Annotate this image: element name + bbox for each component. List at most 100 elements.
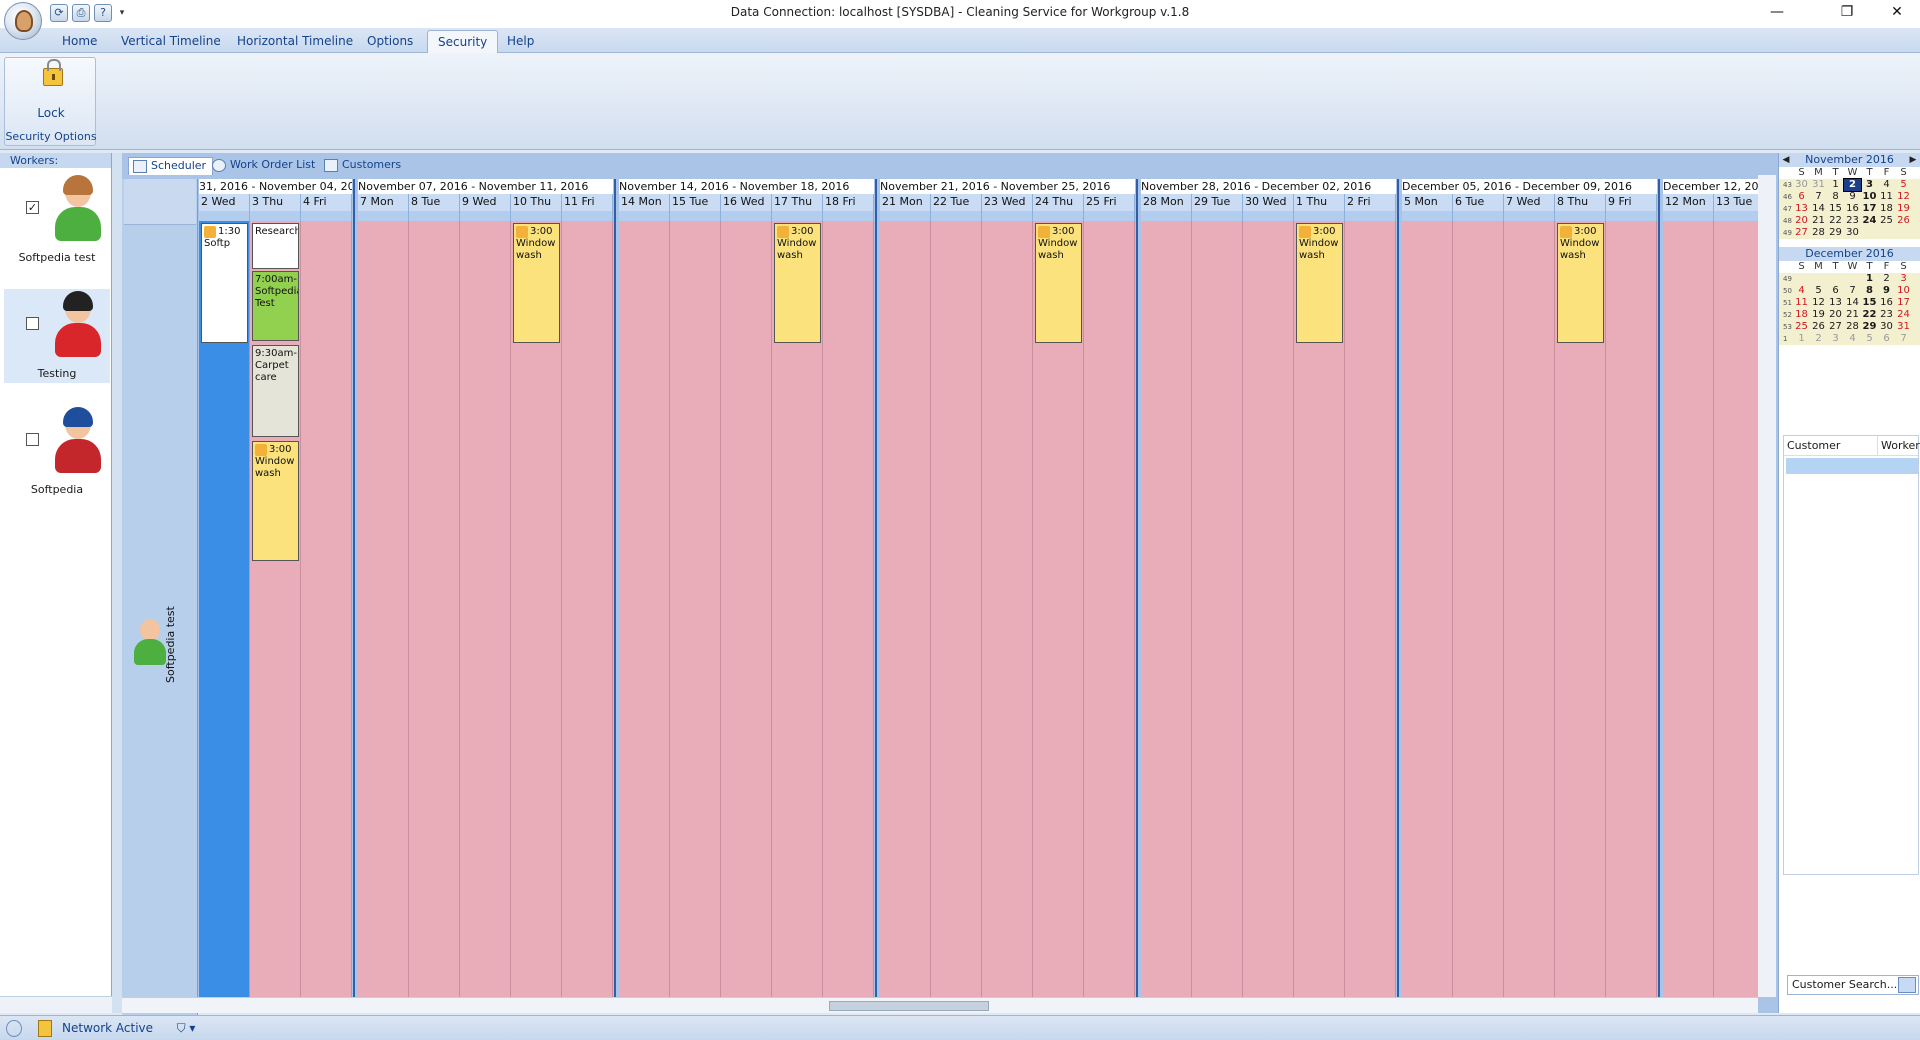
calendar-day[interactable]: 3 — [1861, 179, 1878, 191]
scroll-thumb[interactable] — [829, 1001, 989, 1011]
week-number[interactable]: 53 — [1783, 321, 1793, 333]
day-column[interactable] — [931, 221, 982, 999]
day-column[interactable] — [1714, 221, 1759, 999]
calendar-day[interactable]: 4 — [1878, 179, 1895, 191]
calendar-day[interactable]: 19 — [1810, 309, 1827, 321]
day-header[interactable]: 3 Thu — [250, 194, 301, 211]
network-dropdown-icon[interactable]: ⛉ ▾ — [172, 1020, 200, 1037]
restore-button[interactable]: ❐ — [1824, 0, 1870, 26]
calendar-day[interactable]: 25 — [1878, 215, 1895, 227]
calendar-day[interactable]: 18 — [1793, 309, 1810, 321]
day-allday-slot[interactable] — [823, 211, 874, 221]
calendar-day[interactable]: 6 — [1793, 191, 1810, 203]
day-allday-slot[interactable] — [1345, 211, 1396, 221]
day-allday-slot[interactable] — [772, 211, 823, 221]
tab-horizontal-timeline[interactable]: Horizontal Timeline — [227, 30, 363, 53]
day-header[interactable]: 25 Fri — [1084, 194, 1135, 211]
calendar-day[interactable]: 9 — [1844, 191, 1861, 203]
day-allday-slot[interactable] — [1555, 211, 1606, 221]
day-column[interactable] — [1402, 221, 1453, 999]
worker-checkbox[interactable] — [26, 317, 39, 330]
day-allday-slot[interactable] — [1243, 211, 1294, 221]
calendar-day[interactable]: 6 — [1878, 333, 1895, 345]
day-header[interactable]: 5 Mon — [1402, 194, 1453, 211]
day-allday-slot[interactable] — [409, 211, 460, 221]
day-allday-slot[interactable] — [1453, 211, 1504, 221]
day-allday-slot[interactable] — [511, 211, 562, 221]
calendar-day[interactable]: 7 — [1895, 333, 1912, 345]
calendar-day[interactable]: 30 — [1793, 179, 1810, 191]
calendar-day[interactable]: 23 — [1844, 215, 1861, 227]
day-header[interactable]: 21 Mon — [880, 194, 931, 211]
calendar-day[interactable]: 17 — [1861, 203, 1878, 215]
tab-scheduler[interactable]: Scheduler — [128, 157, 214, 175]
lock-status-icon[interactable] — [38, 1020, 52, 1037]
day-header[interactable]: 22 Tue — [931, 194, 982, 211]
calendar-day[interactable]: 13 — [1827, 297, 1844, 309]
day-header[interactable]: 18 Fri — [823, 194, 874, 211]
day-header[interactable]: 13 Tue — [1714, 194, 1759, 211]
day-header[interactable]: 30 Wed — [1243, 194, 1294, 211]
appointment[interactable]: 9:30am-Carpet care — [252, 345, 299, 437]
day-column[interactable] — [1084, 221, 1135, 999]
calendar-day[interactable]: 11 — [1793, 297, 1810, 309]
panel-splitter[interactable] — [112, 153, 122, 1013]
worker-card[interactable]: Softpedia — [4, 405, 110, 499]
calendar-day[interactable]: 16 — [1878, 297, 1895, 309]
day-allday-slot[interactable] — [1663, 211, 1714, 221]
day-allday-slot[interactable] — [1606, 211, 1657, 221]
calendar-day[interactable]: 15 — [1827, 203, 1844, 215]
calendar-day[interactable]: 24 — [1861, 215, 1878, 227]
calendar-day[interactable]: 6 — [1827, 285, 1844, 297]
calendar-day[interactable]: 19 — [1895, 203, 1912, 215]
day-allday-slot[interactable] — [358, 211, 409, 221]
day-column[interactable] — [301, 221, 352, 999]
calendar-day[interactable]: 4 — [1793, 285, 1810, 297]
worker-card[interactable]: ✓ Softpedia test — [4, 173, 110, 267]
calendar-day[interactable]: 26 — [1810, 321, 1827, 333]
calendar-day[interactable]: 22 — [1861, 309, 1878, 321]
tab-home[interactable]: Home — [52, 30, 107, 53]
calendar-day[interactable]: 30 — [1878, 321, 1895, 333]
day-header[interactable]: 9 Wed — [460, 194, 511, 211]
calendar-day[interactable]: 21 — [1810, 215, 1827, 227]
day-header[interactable]: 1 Thu — [1294, 194, 1345, 211]
calendar-day[interactable]: 29 — [1861, 321, 1878, 333]
timeline-vertical-scrollbar[interactable] — [1758, 175, 1776, 997]
calendar-day[interactable]: 25 — [1793, 321, 1810, 333]
calendar-day[interactable]: 9 — [1878, 285, 1895, 297]
calendar-day[interactable]: 20 — [1827, 309, 1844, 321]
calendar-day[interactable]: 3 — [1827, 333, 1844, 345]
mini-calendar-november[interactable]: November 2016 ◀ ▶ S M T W T F S 43 30 31 1 2 3 4 5 46 6 7 8 9 1… — [1779, 153, 1920, 239]
day-allday-slot[interactable] — [460, 211, 511, 221]
day-allday-slot[interactable] — [301, 211, 352, 221]
calendar-day[interactable]: 8 — [1861, 285, 1878, 297]
day-allday-slot[interactable] — [1141, 211, 1192, 221]
refresh-icon[interactable]: ⟳ — [50, 4, 68, 22]
close-button[interactable]: ✕ — [1874, 0, 1920, 26]
customer-search-input[interactable]: Customer Search... — [1787, 975, 1919, 995]
day-column[interactable] — [880, 221, 931, 999]
day-header[interactable]: 7 Mon — [358, 194, 409, 211]
day-header[interactable]: 8 Tue — [409, 194, 460, 211]
prev-month-icon[interactable]: ◀ — [1779, 153, 1793, 167]
calendar-day[interactable]: 7 — [1844, 285, 1861, 297]
day-header[interactable]: 14 Mon — [619, 194, 670, 211]
week-number[interactable]: 46 — [1783, 191, 1793, 203]
day-allday-slot[interactable] — [982, 211, 1033, 221]
day-header[interactable]: 11 Fri — [562, 194, 613, 211]
week-number[interactable]: 47 — [1783, 203, 1793, 215]
worker-card[interactable]: Testing — [4, 289, 110, 383]
day-allday-slot[interactable] — [670, 211, 721, 221]
calendar-day[interactable]: 5 — [1895, 179, 1912, 191]
calendar-day[interactable]: 11 — [1878, 191, 1895, 203]
day-column[interactable] — [460, 221, 511, 999]
calendar-day[interactable]: 1 — [1861, 273, 1878, 285]
day-header[interactable]: 12 Mon — [1663, 194, 1714, 211]
day-header[interactable]: 29 Tue — [1192, 194, 1243, 211]
lock-button[interactable] — [33, 59, 73, 108]
calendar-day[interactable]: 18 — [1878, 203, 1895, 215]
calendar-day[interactable]: 7 — [1810, 191, 1827, 203]
calendar-day[interactable]: 2 — [1843, 178, 1862, 192]
calendar-day[interactable]: 1 — [1827, 179, 1844, 191]
